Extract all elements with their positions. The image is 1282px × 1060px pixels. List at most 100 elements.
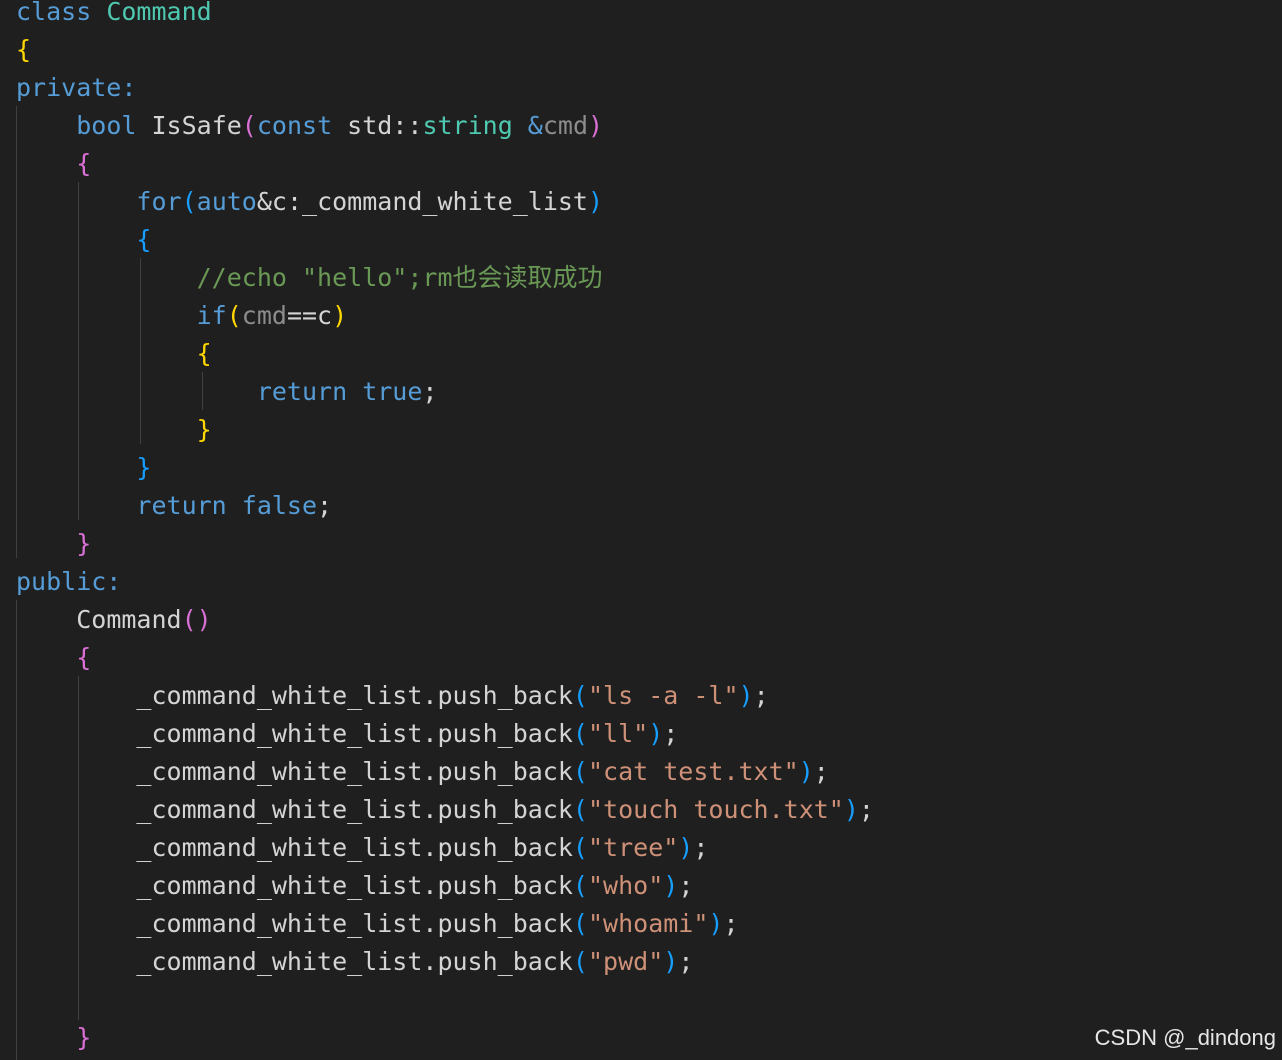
code-line[interactable]: } <box>16 411 212 449</box>
code-token: ( <box>572 833 588 862</box>
code-line[interactable]: public: <box>16 563 121 601</box>
code-token: _command_white_list.push_back <box>136 719 573 748</box>
code-token: ; <box>813 757 829 786</box>
code-token: } <box>76 529 92 558</box>
code-token: & <box>527 111 543 140</box>
code-token: ; <box>317 491 333 520</box>
code-token: ( <box>572 681 588 710</box>
code-token: for <box>136 187 182 216</box>
code-line[interactable]: } <box>16 1019 91 1057</box>
code-token: ) <box>588 111 604 140</box>
code-token: ( <box>572 909 588 938</box>
code-editor[interactable]: class Command{private: bool IsSafe(const… <box>0 0 1282 1060</box>
code-token: string <box>422 111 528 140</box>
code-token: class <box>16 0 107 26</box>
code-token: bool <box>76 111 152 140</box>
code-line[interactable]: { <box>16 335 212 373</box>
code-token: { <box>196 339 212 368</box>
code-line[interactable]: return false; <box>16 487 332 525</box>
code-token: () <box>181 605 212 634</box>
code-token: ( <box>572 757 588 786</box>
code-token: ; <box>663 719 679 748</box>
code-token: "pwd" <box>587 947 664 976</box>
code-token: IsSafe <box>151 111 242 140</box>
code-line[interactable]: _command_white_list.push_back("ll"); <box>16 715 678 753</box>
code-token: ) <box>738 681 754 710</box>
code-token: const <box>256 111 348 140</box>
code-token: { <box>76 149 92 178</box>
code-line[interactable]: { <box>16 639 91 677</box>
code-token: _command_white_list.push_back <box>136 909 573 938</box>
code-token: cmd <box>542 111 589 140</box>
code-token: ; <box>678 871 694 900</box>
code-token: ( <box>572 719 588 748</box>
code-token: { <box>136 225 152 254</box>
code-line[interactable]: class Command <box>16 0 212 31</box>
code-token: ( <box>181 187 197 216</box>
code-line[interactable]: return true; <box>16 373 438 411</box>
code-line[interactable]: if(cmd==c) <box>16 297 348 335</box>
code-token: ; <box>858 795 874 824</box>
code-line[interactable]: } <box>16 525 91 563</box>
code-token: std:: <box>347 111 423 140</box>
code-line[interactable]: //echo "hello";rm也会读取成功 <box>16 259 603 297</box>
code-line[interactable]: _command_white_list.push_back("tree"); <box>16 829 708 867</box>
code-token: "touch touch.txt" <box>587 795 844 824</box>
code-token: _command_white_list.push_back <box>136 833 573 862</box>
code-line[interactable]: { <box>16 145 91 183</box>
code-line[interactable]: } <box>16 449 151 487</box>
code-line[interactable]: _command_white_list.push_back("pwd"); <box>16 943 693 981</box>
code-token: "ll" <box>587 719 649 748</box>
code-token: &c:_command_white_list <box>256 187 588 216</box>
code-token: ; <box>753 681 769 710</box>
code-token: _command_white_list.push_back <box>136 681 573 710</box>
code-token: _command_white_list.push_back <box>136 871 573 900</box>
code-token: "tree" <box>587 833 679 862</box>
code-token: return <box>136 491 242 520</box>
code-token: } <box>76 1023 92 1052</box>
code-token: "who" <box>587 871 664 900</box>
code-token: false <box>241 491 318 520</box>
code-line[interactable]: _command_white_list.push_back("whoami"); <box>16 905 738 943</box>
code-line[interactable]: bool IsSafe(const std::string &cmd) <box>16 107 603 145</box>
code-token: ) <box>678 833 694 862</box>
code-line[interactable]: _command_white_list.push_back("touch tou… <box>16 791 874 829</box>
code-line[interactable]: _command_white_list.push_back("who"); <box>16 867 693 905</box>
code-token: ) <box>798 757 814 786</box>
code-token: public: <box>16 567 122 596</box>
code-token: ) <box>648 719 664 748</box>
code-token: } <box>196 415 212 444</box>
code-token: "whoami" <box>587 909 709 938</box>
code-line[interactable]: for(auto&c:_command_white_list) <box>16 183 603 221</box>
code-token: { <box>16 35 32 64</box>
code-token: Command <box>76 605 182 634</box>
code-token: true <box>362 377 423 406</box>
code-token: ( <box>572 947 588 976</box>
code-token: auto <box>196 187 257 216</box>
code-token: "cat test.txt" <box>587 757 799 786</box>
code-line[interactable]: _command_white_list.push_back("cat test.… <box>16 753 829 791</box>
code-line[interactable]: private: <box>16 69 136 107</box>
code-line[interactable]: { <box>16 31 31 69</box>
code-line[interactable]: Command() <box>16 601 212 639</box>
code-line[interactable]: { <box>16 221 151 259</box>
code-token: Command <box>106 0 212 26</box>
code-line[interactable]: _command_white_list.push_back("ls -a -l"… <box>16 677 769 715</box>
code-token: ( <box>572 795 588 824</box>
